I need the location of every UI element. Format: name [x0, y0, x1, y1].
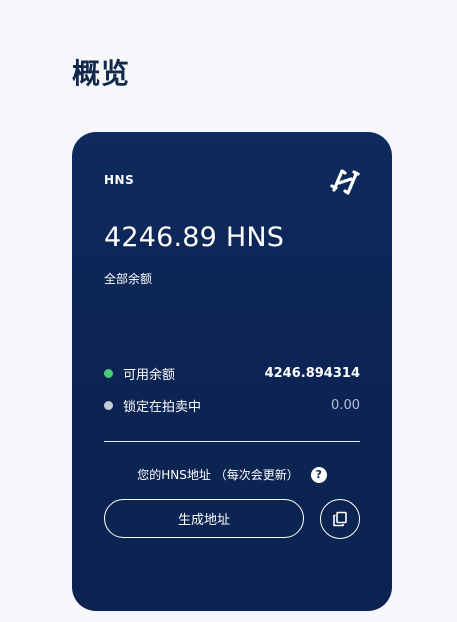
question-icon[interactable]: ? [310, 466, 327, 483]
available-balance-value: 4246.894314 [264, 365, 360, 381]
total-balance: 4246.89 HNS [104, 222, 285, 253]
locked-balance-row: 锁定在拍卖中 0.00 [104, 396, 360, 415]
available-balance-label: 可用余额 [123, 367, 176, 383]
locked-balance-label: 锁定在拍卖中 [123, 399, 202, 415]
copy-icon [333, 511, 347, 527]
total-balance-label: 全部余额 [104, 272, 153, 286]
copy-button[interactable] [320, 499, 360, 539]
available-status-dot [104, 368, 113, 378]
wallet-card: HNS 4246.89 HNS 全部余额 可用余额 4246.894314 锁定… [72, 132, 392, 611]
address-hint-text: 您的HNS地址 （每次会更新） [137, 468, 299, 482]
address-hint: 您的HNS地址 （每次会更新） ? [72, 466, 392, 483]
locked-status-dot [104, 400, 113, 410]
generate-address-button[interactable]: 生成地址 [104, 499, 304, 538]
handshake-logo-icon [330, 169, 360, 195]
divider [104, 441, 360, 442]
locked-balance-value: 0.00 [331, 397, 360, 413]
available-balance-row: 可用余额 4246.894314 [104, 364, 360, 383]
page-title: 概览 [72, 57, 131, 90]
ticker-label: HNS [104, 173, 135, 187]
